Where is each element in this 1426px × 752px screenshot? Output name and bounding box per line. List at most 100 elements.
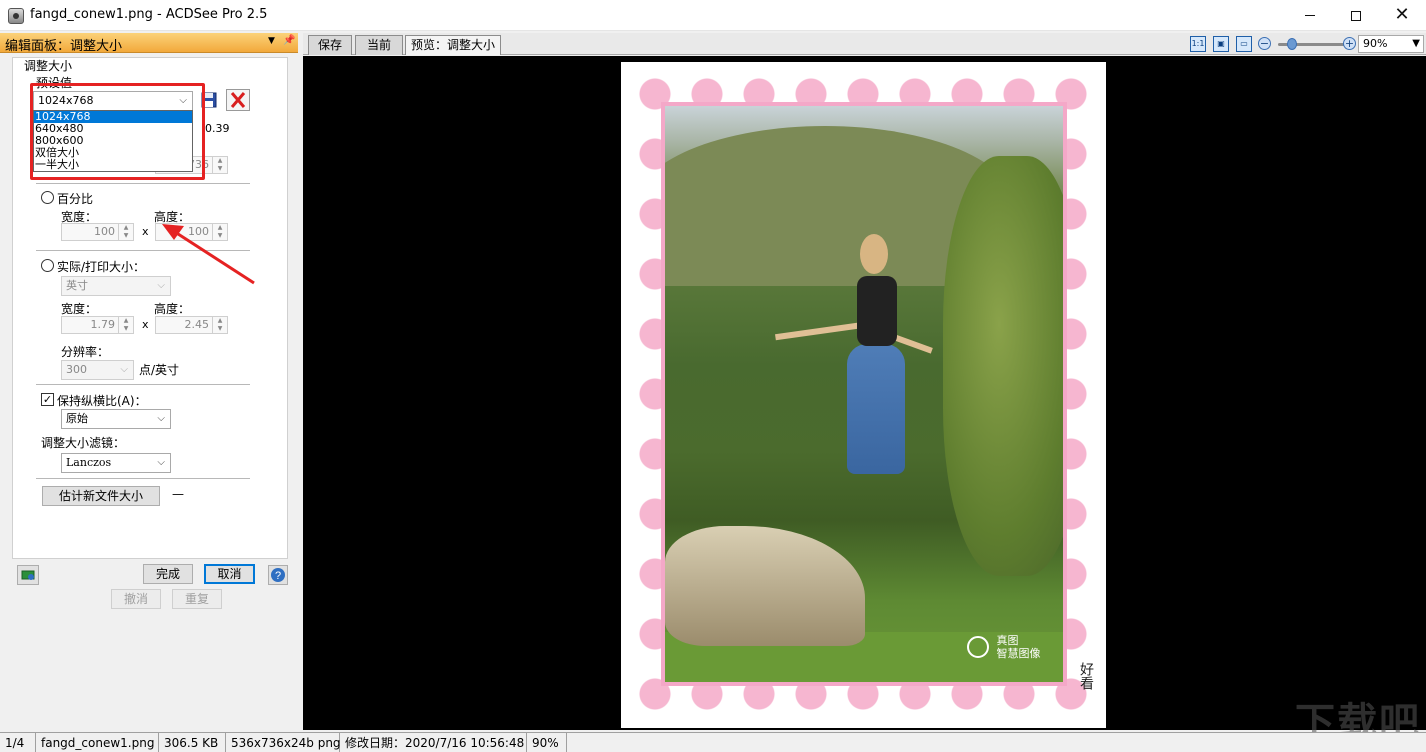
photo-person-legs [847,344,905,474]
photo-log [665,526,865,646]
times-sign: x [142,318,149,331]
actual-width-value: 1.79 [90,318,116,331]
fit-width-icon[interactable]: ▭ [1236,36,1252,52]
status-filesize: 306.5 KB [159,733,226,752]
undo-button[interactable]: 撤消 [111,589,161,609]
estimate-size-value: — [172,487,184,501]
times-sign: x [142,225,149,238]
chevron-down-icon: ⌵ [157,280,165,291]
close-icon: ✕ [1394,4,1410,25]
panel-menu-icon[interactable]: ▼ [268,36,275,46]
edit-panel-title: 编辑面板：调整大小 [5,39,123,54]
photo-person-head [860,234,888,274]
watermark-line1: 真图 [996,634,1019,647]
photo-vertical-text: 好看 [1078,662,1094,690]
percent-height-input[interactable]: 100 ▲ ▼ [155,223,228,241]
zoom-in-icon[interactable]: + [1343,37,1356,50]
actual-height-input[interactable]: 2.45 ▲ ▼ [155,316,228,334]
actual-height-label: 高度： [154,302,191,316]
actual-size-icon[interactable]: 1:1 [1190,36,1206,52]
photo-trees [943,156,1063,576]
maximize-icon [1351,10,1361,21]
status-zoom: 90% [527,733,567,752]
photo-person-torso [857,276,897,346]
actual-size-radio[interactable] [41,259,54,272]
ratio-selected-value: 原始 [66,412,88,425]
actual-width-label: 宽度： [61,302,98,316]
minimize-icon [1305,15,1315,16]
keep-ratio-checkbox[interactable]: ✓ [41,393,54,406]
spin-arrows-icon[interactable]: ▲ ▼ [212,157,227,173]
divider [36,478,250,479]
cancel-button[interactable]: 取消 [204,564,255,584]
percent-width-input[interactable]: 100 ▲ ▼ [61,223,134,241]
zoom-slider-thumb[interactable] [1287,38,1297,50]
spin-arrows-icon[interactable]: ▲ ▼ [118,317,133,333]
actual-height-value: 2.45 [184,318,210,331]
chevron-down-icon: ⌵ [157,457,165,468]
divider [36,250,250,251]
unit-select[interactable]: 英寸 ⌵ [61,276,171,296]
edit-panel-header: 编辑面板：调整大小 ▼ 📌 [0,33,298,54]
status-dimensions: 536x736x24b png [226,733,341,752]
image-viewer[interactable]: 真图 智慧图像 好看 [303,56,1426,730]
options-icon [21,570,35,580]
estimate-size-button[interactable]: 估计新文件大小 [42,486,160,506]
help-button[interactable]: ? [268,565,288,585]
tab-current[interactable]: 当前 [355,35,403,55]
photo-arm-left [775,321,865,341]
divider [36,183,250,184]
resolution-label: 分辨率： [61,345,110,359]
percent-label: 百分比 [57,192,94,206]
filter-selected-value: Lanczos [66,456,112,469]
status-filename: fangd_conew1.png [36,733,159,752]
tab-preview-resize[interactable]: 预览：调整大小 [405,35,501,55]
photo-watermark: 真图 智慧图像 [967,634,1041,660]
zoom-value: 90% [1363,37,1388,50]
status-modified: 修改日期：2020/7/16 10:56:48 [340,733,527,752]
svg-text:?: ? [275,570,281,582]
chevron-down-icon: ⌵ [157,413,165,424]
annotation-highlight-box [30,83,205,180]
delete-preset-button[interactable] [226,89,250,111]
keep-ratio-label: 保持纵横比(A)： [57,394,147,408]
minimize-button[interactable] [1287,0,1333,31]
maximize-button[interactable] [1333,0,1379,31]
zoom-select[interactable]: 90% ▼ [1358,35,1424,53]
partial-value: 0.39 [205,122,230,135]
viewer-toolbar: 保存 当前 预览：调整大小 1:1 ▣ ▭ − + 90% ▼ [303,33,1426,55]
panel-options-button[interactable] [17,565,39,585]
spin-arrows-icon[interactable]: ▲ ▼ [212,317,227,333]
acdsee-app-icon [8,8,24,24]
percent-height-value: 100 [188,225,209,238]
tab-save[interactable]: 保存 [308,35,352,55]
percent-width-value: 100 [94,225,115,238]
status-bar: 1/4 fangd_conew1.png 306.5 KB 536x736x24… [0,732,1426,752]
spin-arrows-icon[interactable]: ▲ ▼ [212,224,227,240]
window-title: fangd_conew1.png - ACDSee Pro 2.5 [30,7,268,22]
help-icon: ? [271,568,285,582]
filter-select[interactable]: Lanczos ⌵ [61,453,171,473]
divider [36,384,250,385]
actual-width-input[interactable]: 1.79 ▲ ▼ [61,316,134,334]
photo-content: 真图 智慧图像 [661,102,1067,686]
filter-label: 调整大小滤镜： [41,436,126,450]
close-button[interactable]: ✕ [1379,0,1425,31]
fit-image-icon[interactable]: ▣ [1213,36,1229,52]
red-x-icon [230,92,246,108]
unit-selected-value: 英寸 [66,279,88,292]
percent-radio[interactable] [41,191,54,204]
spin-arrows-icon[interactable]: ▲ ▼ [118,224,133,240]
camera-icon [967,636,989,658]
ratio-select[interactable]: 原始 ⌵ [61,409,171,429]
watermark-line2: 智慧图像 [996,647,1041,660]
resolution-value: 300 [66,363,87,376]
chevron-down-icon: ▼ [1412,38,1420,49]
zoom-out-icon[interactable]: − [1258,37,1271,50]
redo-button[interactable]: 重复 [172,589,222,609]
pin-icon[interactable]: 📌 [283,35,295,46]
resolution-select[interactable]: 300 ⌵ [61,360,134,380]
resize-group-title: 调整大小 [24,59,73,73]
done-button[interactable]: 完成 [143,564,193,584]
actual-size-label: 实际/打印大小： [57,260,146,274]
